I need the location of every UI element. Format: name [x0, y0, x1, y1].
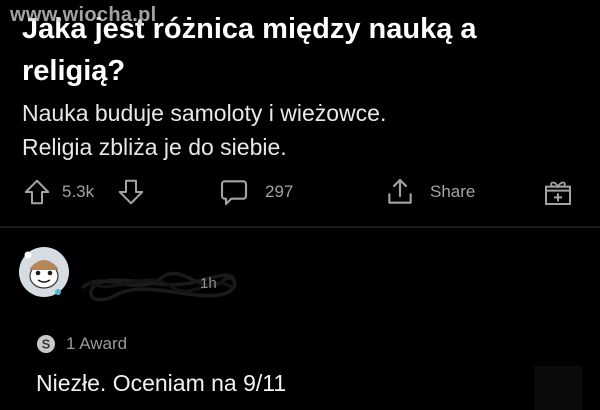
share-button[interactable]: Share — [384, 172, 475, 212]
award-badge[interactable]: S 1 Award — [36, 334, 127, 354]
silver-award-icon: S — [37, 335, 55, 353]
comment-time: 1h — [200, 275, 217, 292]
avatar-snoo-icon — [19, 247, 69, 297]
avatar[interactable] — [18, 246, 70, 298]
post: Jaka jest różnica między nauką a religią… — [0, 0, 600, 228]
comment-bubble-icon — [220, 180, 248, 206]
gift-icon — [545, 181, 571, 205]
downvote-button[interactable] — [116, 172, 146, 212]
arrow-up-icon — [24, 179, 50, 205]
award-label: 1 Award — [66, 334, 128, 353]
redacted-username-scribble — [80, 271, 237, 302]
arrow-down-icon — [118, 179, 144, 205]
share-label: Share — [430, 182, 476, 201]
comments-button[interactable] — [218, 172, 250, 212]
comment-count: 297 — [265, 182, 294, 201]
post-body-line-2: Religia zbliża je do siebie. — [22, 134, 287, 160]
post-action-bar: 5.3k 297 Share — [0, 172, 600, 214]
corner-overlay — [534, 366, 582, 410]
post-body-line-1: Nauka buduje samoloty i wieżowce. — [22, 100, 387, 126]
vote-count: 5.3k — [62, 182, 95, 201]
post-body: Nauka buduje samoloty i wieżowce. Religi… — [22, 96, 582, 164]
svg-text:S: S — [42, 337, 51, 352]
comment: 1h S 1 Award Niezłe. Oceniam na 9/11 — [0, 228, 600, 410]
watermark: www.wiocha.pl — [10, 4, 157, 26]
comment-text: Niezłe. Oceniam na 9/11 — [36, 370, 287, 396]
upvote-button[interactable] — [22, 172, 52, 212]
share-icon — [388, 178, 412, 204]
give-award-button[interactable] — [542, 172, 574, 212]
